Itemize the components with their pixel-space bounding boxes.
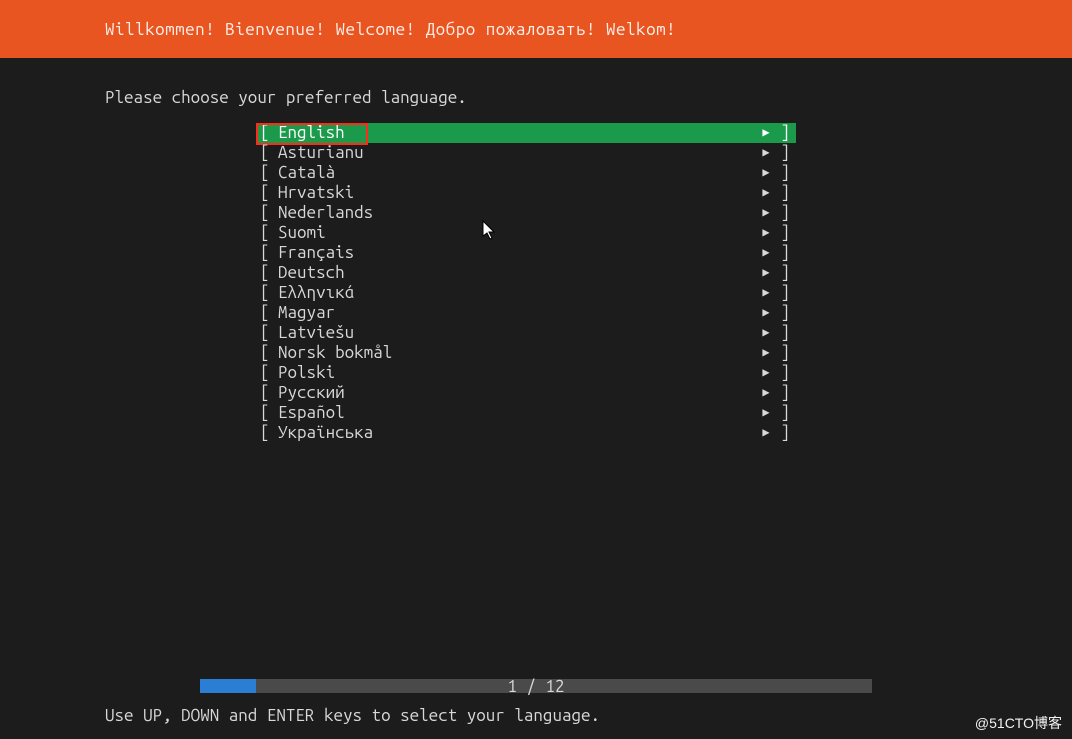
language-option[interactable]: [Asturianu ▶]: [256, 143, 796, 163]
bracket-right: ]: [776, 323, 790, 343]
language-option[interactable]: [Català ▶]: [256, 163, 796, 183]
submenu-arrow-icon: ▶: [756, 403, 776, 423]
bracket-left: [: [256, 163, 278, 183]
language-label: Русский: [278, 383, 345, 403]
language-label: Deutsch: [278, 263, 345, 283]
bracket-right: ]: [776, 263, 790, 283]
language-label: Español: [278, 403, 345, 423]
bracket-left: [: [256, 403, 278, 423]
footer-hint: Use UP, DOWN and ENTER keys to select yo…: [105, 706, 600, 725]
language-label: Norsk bokmål: [278, 343, 392, 363]
language-label: English: [278, 123, 345, 143]
language-option[interactable]: [Deutsch ▶]: [256, 263, 796, 283]
submenu-arrow-icon: ▶: [756, 363, 776, 383]
progress-label: 1 / 12: [200, 677, 872, 696]
bracket-left: [: [256, 263, 278, 283]
bracket-left: [: [256, 323, 278, 343]
language-option[interactable]: [Русский ▶]: [256, 383, 796, 403]
language-option[interactable]: [Ελληνικά ▶]: [256, 283, 796, 303]
language-label: Français: [278, 243, 354, 263]
bracket-right: ]: [776, 423, 790, 443]
progress-area: 1 / 12: [0, 679, 1072, 693]
language-label: Українська: [278, 423, 373, 443]
submenu-arrow-icon: ▶: [756, 163, 776, 183]
language-label: Polski: [278, 363, 335, 383]
submenu-arrow-icon: ▶: [756, 383, 776, 403]
language-option[interactable]: [English ▶]: [256, 123, 796, 143]
prompt-text: Please choose your preferred language.: [0, 58, 1072, 107]
submenu-arrow-icon: ▶: [756, 423, 776, 443]
bracket-right: ]: [776, 363, 790, 383]
bracket-left: [: [256, 143, 278, 163]
language-option[interactable]: [Українська ▶]: [256, 423, 796, 443]
language-option[interactable]: [Norsk bokmål ▶]: [256, 343, 796, 363]
bracket-right: ]: [776, 183, 790, 203]
bracket-left: [: [256, 363, 278, 383]
bracket-right: ]: [776, 243, 790, 263]
language-label: Asturianu: [278, 143, 364, 163]
submenu-arrow-icon: ▶: [756, 203, 776, 223]
language-label: Suomi: [278, 223, 326, 243]
bracket-left: [: [256, 183, 278, 203]
submenu-arrow-icon: ▶: [756, 303, 776, 323]
bracket-left: [: [256, 223, 278, 243]
language-option[interactable]: [Polski ▶]: [256, 363, 796, 383]
bracket-left: [: [256, 343, 278, 363]
bracket-right: ]: [776, 343, 790, 363]
language-option[interactable]: [Español ▶]: [256, 403, 796, 423]
language-label: Català: [278, 163, 335, 183]
language-label: Nederlands: [278, 203, 373, 223]
progress-bar: 1 / 12: [200, 679, 872, 693]
bracket-left: [: [256, 423, 278, 443]
submenu-arrow-icon: ▶: [756, 243, 776, 263]
language-label: Magyar: [278, 303, 335, 323]
bracket-left: [: [256, 383, 278, 403]
bracket-left: [: [256, 203, 278, 223]
bracket-left: [: [256, 123, 278, 143]
bracket-left: [: [256, 283, 278, 303]
language-label: Latviešu: [278, 323, 354, 343]
bracket-left: [: [256, 303, 278, 323]
bracket-right: ]: [776, 143, 790, 163]
submenu-arrow-icon: ▶: [756, 223, 776, 243]
language-label: Ελληνικά: [278, 283, 354, 303]
header-title: Willkommen! Bienvenue! Welcome! Добро по…: [105, 20, 676, 39]
submenu-arrow-icon: ▶: [756, 143, 776, 163]
language-option[interactable]: [Français ▶]: [256, 243, 796, 263]
bracket-right: ]: [776, 283, 790, 303]
language-menu[interactable]: [English▶][Asturianu▶][Català▶][Hrvatski…: [256, 123, 796, 443]
language-option[interactable]: [Latviešu ▶]: [256, 323, 796, 343]
bracket-right: ]: [776, 403, 790, 423]
bracket-right: ]: [776, 203, 790, 223]
bracket-right: ]: [776, 163, 790, 183]
language-option[interactable]: [Hrvatski ▶]: [256, 183, 796, 203]
submenu-arrow-icon: ▶: [756, 263, 776, 283]
language-label: Hrvatski: [278, 183, 354, 203]
installer-header: Willkommen! Bienvenue! Welcome! Добро по…: [0, 0, 1072, 58]
submenu-arrow-icon: ▶: [756, 343, 776, 363]
language-option[interactable]: [Suomi ▶]: [256, 223, 796, 243]
submenu-arrow-icon: ▶: [756, 123, 776, 143]
language-option[interactable]: [Magyar ▶]: [256, 303, 796, 323]
submenu-arrow-icon: ▶: [756, 183, 776, 203]
bracket-right: ]: [776, 123, 790, 143]
bracket-right: ]: [776, 383, 790, 403]
watermark: @51CTO博客: [975, 713, 1062, 733]
bracket-right: ]: [776, 223, 790, 243]
language-option[interactable]: [Nederlands ▶]: [256, 203, 796, 223]
submenu-arrow-icon: ▶: [756, 283, 776, 303]
bracket-left: [: [256, 243, 278, 263]
submenu-arrow-icon: ▶: [756, 323, 776, 343]
bracket-right: ]: [776, 303, 790, 323]
